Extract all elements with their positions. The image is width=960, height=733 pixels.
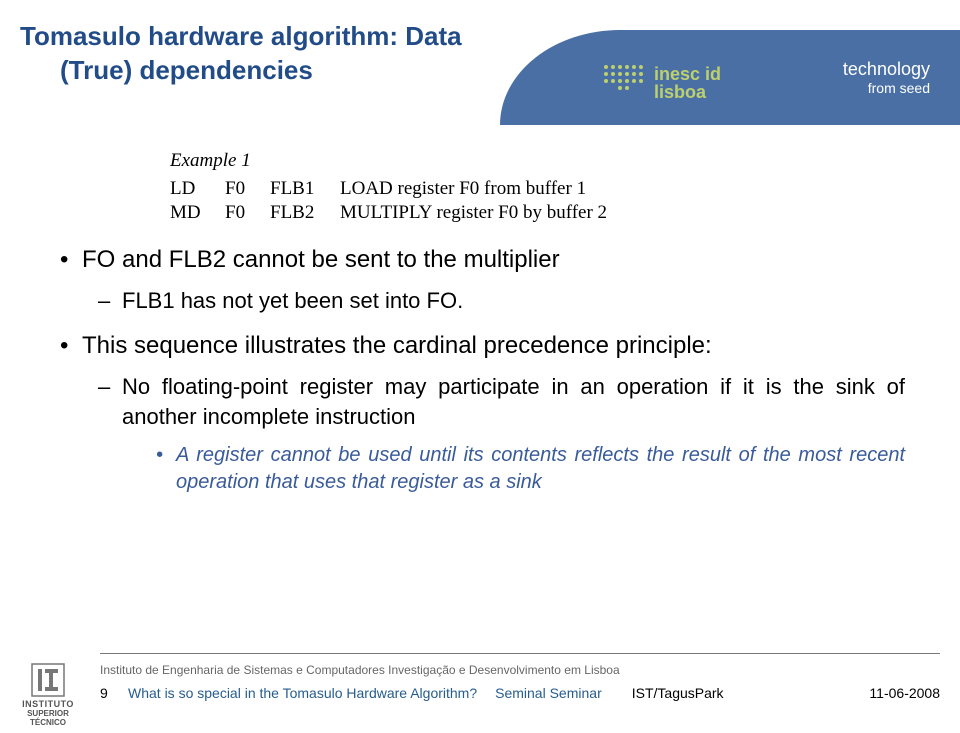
tagline-bot: from seed xyxy=(843,80,930,96)
ex-buf: FLB2 xyxy=(270,202,340,224)
logo-label-2: SUPERIOR xyxy=(12,709,84,718)
logo-label-1: INSTITUTO xyxy=(12,699,84,709)
ex-desc: MULTIPLY register F0 by buffer 2 xyxy=(340,202,607,224)
example-block: Example 1 LD F0 FLB1 LOAD register F0 fr… xyxy=(170,150,960,224)
header: Tomasulo hardware algorithm: Data (True)… xyxy=(0,0,960,140)
sublist: – FLB1 has not yet been set into FO. xyxy=(98,286,905,316)
inesc-logo: inesc id lisboa xyxy=(600,55,721,101)
bullet-dot-icon: • xyxy=(156,442,176,496)
date: 11-06-2008 xyxy=(869,685,940,701)
dash-icon: – xyxy=(98,372,122,431)
sub3-text: A register cannot be used until its cont… xyxy=(176,442,905,496)
location: IST/TagusPark xyxy=(632,685,724,701)
bullet-dot-icon: • xyxy=(60,244,82,276)
inesc-name: inesc id lisboa xyxy=(654,65,721,101)
ex-reg: F0 xyxy=(225,202,270,224)
footer: Instituto de Engenharia de Sistemas e Co… xyxy=(0,653,960,733)
sub-text: FLB1 has not yet been set into FO. xyxy=(122,286,905,316)
tagline: technology from seed xyxy=(843,59,930,96)
sub-text: No floating-point register may participa… xyxy=(122,372,905,431)
subsublist: • A register cannot be used until its co… xyxy=(156,442,905,496)
ist-shield-icon xyxy=(31,663,65,697)
footer-row: 9 What is so special in the Tomasulo Har… xyxy=(100,685,940,701)
title-line-1: Tomasulo hardware algorithm: Data xyxy=(20,20,500,54)
bullet-text: This sequence illustrates the cardinal p… xyxy=(82,330,905,362)
slide-title: Tomasulo hardware algorithm: Data (True)… xyxy=(20,20,500,88)
ex-buf: FLB1 xyxy=(270,178,340,200)
example-title: Example 1 xyxy=(170,150,960,172)
bullet-text: FO and FLB2 cannot be sent to the multip… xyxy=(82,244,905,276)
sublist: – No floating-point register may partici… xyxy=(98,372,905,495)
talk-title: What is so special in the Tomasulo Hardw… xyxy=(128,685,477,701)
institute-line: Instituto de Engenharia de Sistemas e Co… xyxy=(100,663,620,677)
brand-name: inesc id xyxy=(654,64,721,84)
brand-sub: lisboa xyxy=(654,83,721,101)
sphere-icon xyxy=(600,55,646,101)
body-list: • FO and FLB2 cannot be sent to the mult… xyxy=(60,244,905,496)
ex-op: MD xyxy=(170,202,225,224)
example-row: LD F0 FLB1 LOAD register F0 from buffer … xyxy=(170,178,960,200)
example-row: MD F0 FLB2 MULTIPLY register F0 by buffe… xyxy=(170,202,960,224)
seminar-name: Seminal Seminar xyxy=(495,685,602,701)
header-band-content: inesc id lisboa technology from seed xyxy=(500,30,960,125)
page-number: 9 xyxy=(100,685,128,701)
dash-icon: – xyxy=(98,286,122,316)
ex-desc: LOAD register F0 from buffer 1 xyxy=(340,178,586,200)
footer-divider xyxy=(100,653,940,654)
bullet-lvl1: • This sequence illustrates the cardinal… xyxy=(60,330,905,496)
ex-reg: F0 xyxy=(225,178,270,200)
title-line-2: (True) dependencies xyxy=(20,54,500,88)
tagline-top: technology xyxy=(843,59,930,80)
logo-label-3: TÉCNICO xyxy=(12,718,84,727)
ist-logo: INSTITUTO SUPERIOR TÉCNICO xyxy=(12,663,84,727)
bullet-lvl1: • FO and FLB2 cannot be sent to the mult… xyxy=(60,244,905,316)
ex-op: LD xyxy=(170,178,225,200)
bullet-dot-icon: • xyxy=(60,330,82,362)
